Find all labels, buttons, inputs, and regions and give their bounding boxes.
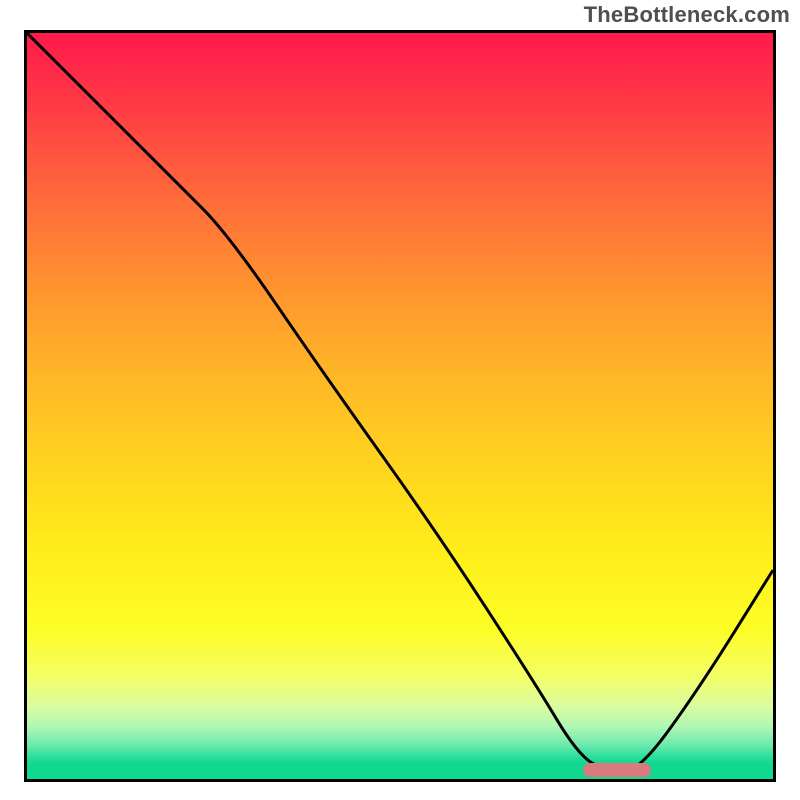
bottleneck-curve (27, 33, 773, 779)
curve-path (27, 33, 773, 772)
chart-container: TheBottleneck.com (0, 0, 800, 800)
optimal-range-marker (583, 763, 651, 777)
watermark-text: TheBottleneck.com (584, 2, 790, 28)
plot-area (24, 30, 776, 782)
